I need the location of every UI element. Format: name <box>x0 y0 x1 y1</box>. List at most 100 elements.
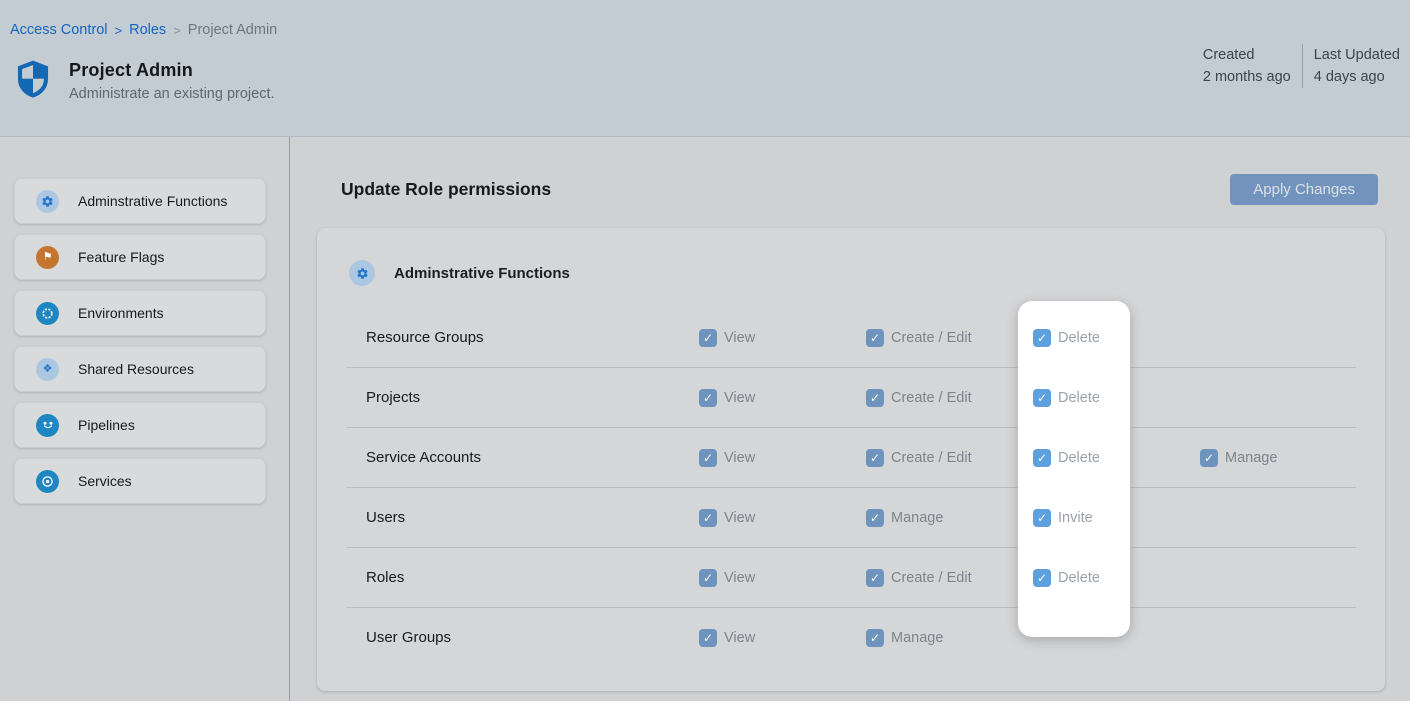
page: Access Control > Roles > Project Admin Proje… <box>0 0 1410 701</box>
pipeline-icon <box>36 414 59 437</box>
permission-cell-create-edit: Create / Edit <box>866 449 1033 467</box>
permission-checkbox[interactable] <box>1033 329 1051 347</box>
sidebar-item-label: Services <box>78 473 132 489</box>
created-label: Created <box>1203 44 1291 66</box>
apply-changes-button[interactable]: Apply Changes <box>1230 174 1378 205</box>
sidebar-item-shared-resources[interactable]: ❖ Shared Resources <box>14 346 266 392</box>
permission-label: Create / Edit <box>891 450 972 466</box>
permission-cell-delete: Delete <box>1033 329 1200 347</box>
sidebar: Adminstrative Functions ⚑ Feature Flags Env… <box>0 137 290 701</box>
permission-cell-manage: Manage <box>1200 449 1367 467</box>
row-label: Service Accounts <box>366 449 699 466</box>
table-row: Roles View Create / Edit Delete <box>317 548 1385 607</box>
permission-checkbox[interactable] <box>699 389 717 407</box>
permission-label: Manage <box>1225 450 1277 466</box>
permission-cell-delete: Delete <box>1033 569 1200 587</box>
permission-cell-create-edit: Create / Edit <box>866 389 1033 407</box>
permission-checkbox[interactable] <box>699 329 717 347</box>
permission-label: Manage <box>891 630 943 646</box>
permission-cell-view: View <box>699 329 866 347</box>
breadcrumb-separator: > <box>173 23 181 38</box>
shield-icon <box>14 60 52 98</box>
permission-checkbox[interactable] <box>866 509 884 527</box>
permission-cell-view: View <box>699 509 866 527</box>
permission-label: View <box>724 390 755 406</box>
sidebar-item-label: Shared Resources <box>78 361 194 377</box>
permission-label: Delete <box>1058 390 1100 406</box>
permission-checkbox[interactable] <box>1033 389 1051 407</box>
permission-cell-invite: Invite <box>1033 509 1200 527</box>
ring-icon <box>36 302 59 325</box>
sidebar-item-label: Environments <box>78 305 164 321</box>
page-subtitle: Administrate an existing project. <box>69 86 275 102</box>
gear-icon <box>349 260 375 286</box>
target-icon <box>36 470 59 493</box>
table-row: Resource GroupsViewCreate / EditDelete <box>317 308 1385 367</box>
row-label: Users <box>366 509 699 526</box>
row-label: Roles <box>366 569 699 586</box>
table-row: User GroupsView Manage <box>317 608 1385 667</box>
permission-checkbox[interactable] <box>1033 449 1051 467</box>
permissions-card: Adminstrative Functions Resource GroupsV… <box>317 228 1385 691</box>
table-row: Service Accounts View Create / Edit Delete M… <box>317 428 1385 487</box>
permission-label: Create / Edit <box>891 330 972 346</box>
row-label: User Groups <box>366 629 699 646</box>
page-title: Project Admin <box>69 60 275 81</box>
permission-checkbox[interactable] <box>866 629 884 647</box>
permission-checkbox[interactable] <box>1033 569 1051 587</box>
permission-label: View <box>724 450 755 466</box>
permission-label: Manage <box>891 510 943 526</box>
gear-icon <box>36 190 59 213</box>
sidebar-item-label: Feature Flags <box>78 249 164 265</box>
permission-cell-view: View <box>699 569 866 587</box>
breadcrumb-roles[interactable]: Roles <box>129 22 166 38</box>
sidebar-item-label: Adminstrative Functions <box>78 193 227 209</box>
card-header: Adminstrative Functions <box>317 228 1385 286</box>
permission-cell-delete: Delete <box>1033 449 1200 467</box>
permission-label: Create / Edit <box>891 570 972 586</box>
created-value: 2 months ago <box>1203 66 1291 88</box>
table-row: Projects View Create / Edit Delete <box>317 368 1385 427</box>
card-title: Adminstrative Functions <box>394 265 570 282</box>
breadcrumb-access-control[interactable]: Access Control <box>10 22 108 38</box>
role-title-row: Project Admin Administrate an existing p… <box>14 60 1410 102</box>
updated-value: 4 days ago <box>1314 66 1400 88</box>
sidebar-item-adminstrative-functions[interactable]: Adminstrative Functions <box>14 178 266 224</box>
row-label: Projects <box>366 389 699 406</box>
permission-cell-manage: Manage <box>866 509 1033 527</box>
flag-icon: ⚑ <box>36 246 59 269</box>
diamond-icon: ❖ <box>36 358 59 381</box>
permission-label: Delete <box>1058 570 1100 586</box>
permission-checkbox[interactable] <box>1200 449 1218 467</box>
permission-checkbox[interactable] <box>1033 509 1051 527</box>
breadcrumb-project-admin: Project Admin <box>188 22 277 38</box>
spotlight-overlay <box>1018 301 1130 637</box>
permissions-table: Resource GroupsViewCreate / EditDeletePr… <box>317 308 1385 667</box>
permission-cell-delete: Delete <box>1033 389 1200 407</box>
permission-label: View <box>724 570 755 586</box>
permission-cell-view: View <box>699 389 866 407</box>
sidebar-item-services[interactable]: Services <box>14 458 266 504</box>
permission-checkbox[interactable] <box>866 329 884 347</box>
updated-label: Last Updated <box>1314 44 1400 66</box>
sidebar-item-feature-flags[interactable]: ⚑ Feature Flags <box>14 234 266 280</box>
breadcrumb: Access Control > Roles > Project Admin <box>0 0 1410 38</box>
permission-checkbox[interactable] <box>866 389 884 407</box>
permission-cell-view: View <box>699 629 866 647</box>
sidebar-item-environments[interactable]: Environments <box>14 290 266 336</box>
page-header: Access Control > Roles > Project Admin Proje… <box>0 0 1410 137</box>
permission-checkbox[interactable] <box>699 509 717 527</box>
permission-checkbox[interactable] <box>866 569 884 587</box>
permission-checkbox[interactable] <box>866 449 884 467</box>
section-title: Update Role permissions <box>341 179 551 200</box>
sidebar-item-pipelines[interactable]: Pipelines <box>14 402 266 448</box>
permission-checkbox[interactable] <box>699 629 717 647</box>
table-row: Users View Manage Invite <box>317 488 1385 547</box>
permission-cell-view: View <box>699 449 866 467</box>
breadcrumb-separator: > <box>115 23 123 38</box>
permission-cell-manage: Manage <box>866 629 1033 647</box>
permission-label: View <box>724 510 755 526</box>
permission-cell-create-edit: Create / Edit <box>866 569 1033 587</box>
permission-checkbox[interactable] <box>699 449 717 467</box>
permission-checkbox[interactable] <box>699 569 717 587</box>
